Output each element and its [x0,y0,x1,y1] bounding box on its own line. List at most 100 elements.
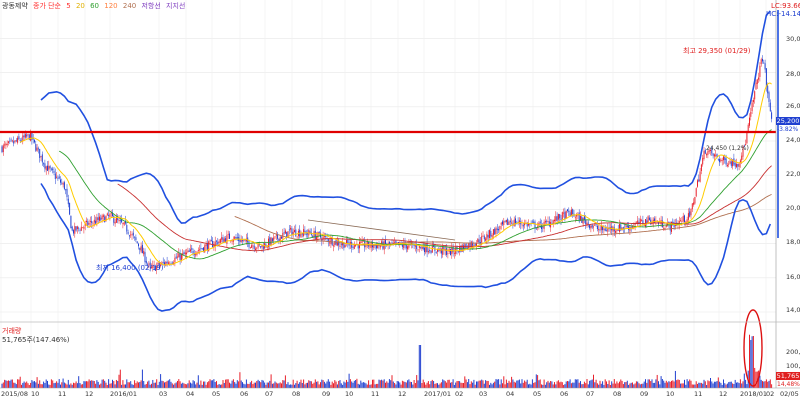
candle-body [648,217,650,220]
mid-annotation: 24,450 (1,2%) [706,145,749,152]
candle-body [759,65,761,77]
volume-bar [764,381,766,388]
candle-body [417,249,419,251]
volume-bar [320,382,321,388]
volume-bar [76,383,78,388]
volume-bar [494,381,496,388]
candle-body [210,239,212,242]
candle-body [496,228,498,230]
volume-bar [372,379,373,388]
candle-body [724,157,726,161]
candle-body [286,231,288,237]
volume-bar [288,384,290,388]
volume-bar [713,381,715,388]
candle-body [619,224,620,232]
volume-bar [193,381,195,388]
price-volume-chart[interactable] [0,0,800,400]
volume-bar [457,380,459,388]
candle-body [590,225,592,229]
volume-bar [687,381,689,388]
volume-bar [166,380,168,388]
candle-body [304,230,306,233]
candle-body [446,248,448,255]
volume-bar [317,381,319,388]
volume-bar [210,380,212,388]
candle-body [135,237,137,241]
volume-bar [563,384,565,388]
volume-bar [47,380,48,388]
volume-bar [214,382,216,388]
volume-bar [323,381,325,388]
volume-bar [157,384,159,388]
volume-bar [508,380,510,388]
volume-bar [353,380,355,388]
volume-bar [196,382,198,388]
volume-bar [22,382,24,388]
volume-bar [576,379,578,388]
volume-bar [682,383,684,388]
price-change: -3.82% [777,126,799,133]
volume-bar [30,382,32,388]
candle-body [113,215,115,223]
volume-bar [685,384,687,388]
candle-body [603,228,605,230]
volume-bar [443,380,445,388]
volume-bar [340,383,342,388]
volume-bar [642,383,644,388]
volume-bar [528,384,529,388]
volume-bar [31,380,33,388]
candle-body [227,234,229,235]
volume-bar [751,336,753,388]
volume-bar [277,383,279,388]
candle-body [67,198,69,205]
hc-readout: HC:-14.14 [766,10,800,18]
volume-bar [221,384,223,388]
candle-body [687,213,689,220]
volume-bar [694,384,696,388]
volume-bar [759,375,761,388]
candle-body [251,245,253,248]
volume-bar [598,384,600,388]
volume-bar [730,381,732,388]
candle-body [498,229,500,231]
volume-bar [595,379,597,388]
candle-body [102,215,104,217]
candle-body [92,223,94,225]
candle-body [127,232,129,234]
stock-chart[interactable]: 광동제약 종가 단순 5 20 60 120 240 저항선 지지선 LC:93… [0,0,800,400]
volume-bar [36,377,38,388]
candle-body [24,134,26,138]
volume-bar [91,380,93,388]
candle-body [19,139,21,141]
indicator-legend: 광동제약 종가 단순 5 20 60 120 240 저항선 지지선 [2,1,188,11]
volume-bar [301,382,303,388]
volume-bar [455,382,457,388]
volume-bar [638,383,640,388]
volume-bar [435,383,437,388]
volume-bar [70,383,72,388]
candle-body [53,170,55,173]
volume-bar [448,379,450,388]
volume-bar [184,384,186,388]
candle-body [10,139,12,141]
candle-body [323,236,325,238]
volume-bar [243,383,245,388]
candle-body [486,233,488,240]
candle-body [641,219,643,221]
volume-bar [468,379,470,388]
volume-bar [307,382,308,388]
volume-bar [217,384,219,388]
volume-bar [161,380,163,388]
candle-body [594,225,596,226]
volume-bar [577,379,579,388]
volume-bar [114,384,116,388]
candle-body [717,158,719,160]
volume-bar [101,379,103,388]
volume-change: 14,48% [777,381,800,388]
volume-bar [205,384,207,388]
candle-body [600,225,602,231]
volume-bar [499,384,501,388]
volume-bar [284,375,286,388]
volume-bar [329,381,331,388]
candle-body [255,248,256,251]
